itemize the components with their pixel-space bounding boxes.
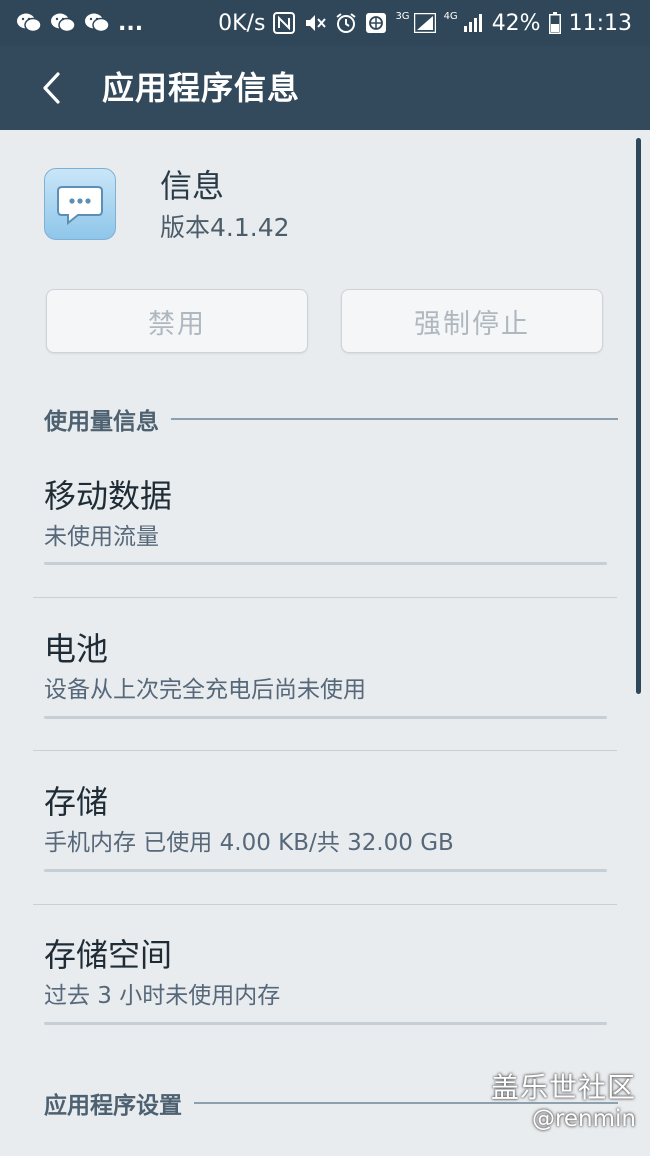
- system-status: 0K/s 3G 4G 42% 11:13: [218, 0, 632, 46]
- network-3g-badge: 3G: [395, 11, 410, 22]
- list-item-title: 移动数据: [44, 477, 173, 515]
- signal-icon: [413, 13, 436, 33]
- message-bubble-icon: [44, 168, 116, 240]
- nfc-icon: [273, 12, 296, 34]
- divider: [33, 904, 617, 905]
- wechat-icon: [51, 13, 76, 33]
- divider: [33, 597, 617, 598]
- usage-section-header: 使用量信息: [44, 402, 618, 436]
- signal-icon: [463, 14, 482, 32]
- disable-button[interactable]: 禁用: [46, 289, 308, 353]
- watermark-user: @renmin: [531, 1106, 636, 1132]
- list-item-title: 存储: [44, 783, 109, 821]
- section-divider-line: [171, 418, 618, 420]
- divider: [33, 750, 617, 751]
- list-item-storage[interactable]: 存储 手机内存 已使用 4.00 KB/共 32.00 GB: [44, 780, 606, 860]
- list-item-title: 电池: [44, 630, 109, 668]
- app-settings-section-title: 应用程序设置: [44, 1093, 182, 1119]
- more-notifications-indicator: ...: [118, 10, 144, 36]
- battery-icon: [548, 12, 561, 34]
- list-item-memory[interactable]: 存储空间 过去 3 小时未使用内存: [44, 933, 606, 1013]
- list-item-subtitle: 设备从上次完全充电后尚未使用: [44, 677, 366, 703]
- page-title: 应用程序信息: [102, 69, 301, 107]
- battery-percent: 42%: [491, 10, 541, 36]
- network-4g-badge: 4G: [443, 11, 458, 22]
- item-underline: [44, 716, 607, 719]
- app-bar: 应用程序信息: [0, 46, 650, 130]
- usage-section-title: 使用量信息: [44, 409, 159, 435]
- list-item-subtitle: 手机内存 已使用 4.00 KB/共 32.00 GB: [44, 830, 454, 856]
- item-underline: [44, 869, 607, 872]
- status-bar: ... 0K/s 3G 4G 42% 11:13: [0, 0, 650, 46]
- back-button[interactable]: [30, 64, 74, 112]
- wechat-icon: [85, 13, 110, 33]
- wechat-icon: [17, 13, 42, 33]
- item-underline: [44, 562, 607, 565]
- list-item-mobile-data[interactable]: 移动数据 未使用流量: [44, 474, 606, 554]
- list-item-subtitle: 未使用流量: [44, 524, 159, 550]
- item-underline: [44, 1022, 607, 1025]
- chevron-left-icon: [43, 72, 60, 104]
- scrollbar[interactable]: [636, 138, 641, 694]
- network-speed: 0K/s: [218, 10, 266, 36]
- clock: 11:13: [568, 10, 632, 36]
- list-item-battery[interactable]: 电池 设备从上次完全充电后尚未使用: [44, 627, 606, 707]
- list-item-title: 存储空间: [44, 936, 173, 974]
- vpn-icon: [366, 13, 387, 33]
- force-stop-button[interactable]: 强制停止: [341, 289, 603, 353]
- app-version: 版本4.1.42: [160, 213, 290, 242]
- list-item-subtitle: 过去 3 小时未使用内存: [44, 983, 281, 1009]
- mute-icon: [306, 15, 327, 31]
- watermark-title: 盖乐世社区: [490, 1071, 636, 1104]
- alarm-icon: [336, 13, 357, 33]
- app-name: 信息: [160, 167, 225, 205]
- notification-icons: ...: [16, 0, 143, 46]
